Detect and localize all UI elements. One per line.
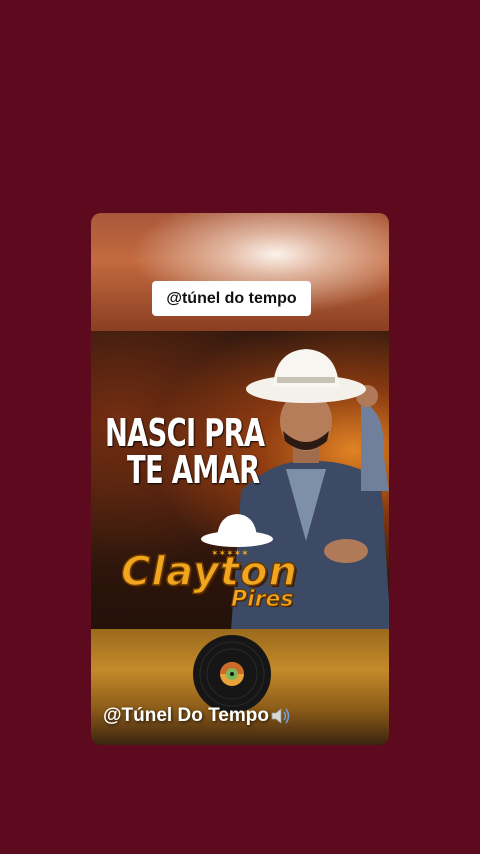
handle-badge[interactable]: @túnel do tempo (152, 281, 311, 316)
song-title-line-2: TE AMAR (127, 448, 260, 492)
artist-last-name: Pires (231, 587, 295, 613)
album-cover: NASCI PRA TE AMAR ✶✶✶✶✶ Clayton Pires (91, 331, 389, 629)
video-card[interactable]: @túnel do tempo NASCI PRA TE AMAR ✶✶✶✶✶ … (91, 213, 389, 745)
vinyl-record-icon[interactable] (192, 634, 272, 714)
speaker-icon (271, 708, 290, 724)
handle-label: @túnel do tempo (166, 289, 297, 307)
sound-label: @Túnel Do Tempo (103, 705, 269, 726)
sound-attribution[interactable]: @Túnel Do Tempo (103, 705, 292, 727)
